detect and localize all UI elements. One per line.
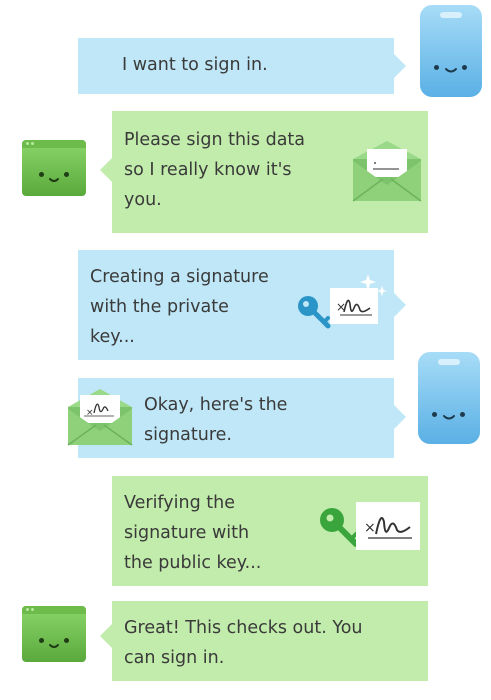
message-line: Please sign this data	[124, 130, 306, 150]
message-line: signature.	[144, 425, 232, 445]
message-text: Great! This checks out. You can sign in.	[124, 613, 363, 673]
message-text: I want to sign in.	[122, 50, 268, 80]
svg-text:×: ×	[86, 408, 94, 418]
message-line: the public key...	[124, 553, 262, 573]
message-line: Great! This checks out. You	[124, 618, 363, 638]
server-window-icon	[22, 606, 86, 662]
server-bubble-great: Great! This checks out. You can sign in.	[112, 601, 428, 681]
message-line: with the private	[90, 297, 229, 317]
bubble-tail	[394, 54, 406, 78]
message-line: Okay, here's the	[144, 395, 288, 415]
sparkle-icon	[360, 274, 387, 296]
message-text: Please sign this data so I really know i…	[124, 125, 305, 215]
server-window-icon	[22, 140, 86, 196]
client-bubble-sign-in: I want to sign in.	[78, 38, 394, 94]
message-line: you.	[124, 190, 162, 210]
phone-icon	[418, 352, 480, 444]
server-bubble-verifying: Verifying the signature with the public …	[112, 476, 428, 586]
message-text: Verifying the signature with the public …	[124, 488, 261, 578]
server-bubble-please-sign: Please sign this data so I really know i…	[112, 111, 428, 233]
bubble-tail	[100, 624, 112, 648]
client-bubble-creating-signature: Creating a signature with the private ke…	[78, 250, 394, 360]
message-line: I want to sign in.	[122, 55, 268, 75]
message-text: Creating a signature with the private ke…	[90, 262, 269, 352]
bubble-tail	[394, 293, 406, 317]
signature-card-icon: ×	[356, 502, 420, 550]
bubble-tail	[100, 158, 112, 182]
envelope-icon: ×	[67, 389, 133, 446]
message-line: can sign in.	[124, 648, 225, 668]
message-line: Creating a signature	[90, 267, 269, 287]
phone-icon	[420, 5, 482, 97]
message-line: so I really know it's	[124, 160, 292, 180]
message-text: Okay, here's the signature.	[144, 390, 287, 450]
envelope-icon	[352, 141, 422, 202]
message-line: key...	[90, 327, 135, 347]
bubble-tail	[394, 405, 406, 429]
message-line: Verifying the	[124, 493, 235, 513]
message-line: signature with	[124, 523, 250, 543]
